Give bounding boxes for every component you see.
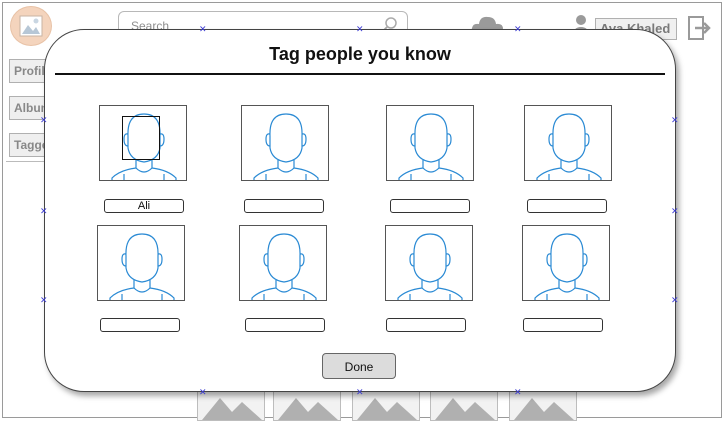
selection-handle[interactable]: ✕ [356,25,364,34]
person-placeholder-icon [251,233,317,300]
selection-handle[interactable]: ✕ [40,207,48,216]
tag-name-field[interactable] [523,318,603,332]
person-photo[interactable] [385,225,473,301]
selection-handle[interactable]: ✕ [671,296,679,305]
selection-handle[interactable]: ✕ [40,296,48,305]
selection-handle[interactable]: ✕ [514,25,522,34]
selection-handle[interactable]: ✕ [199,388,207,397]
tag-name-field[interactable] [390,199,470,213]
tag-people-dialog: Tag people you know Ali Done [44,29,676,392]
selection-handle[interactable]: ✕ [671,116,679,125]
tag-name-field[interactable] [104,199,184,213]
selection-handle[interactable]: ✕ [514,388,522,397]
person-photo[interactable] [99,105,187,181]
tag-name-field[interactable] [244,199,324,213]
title-divider [55,73,665,75]
person-photo[interactable] [522,225,610,301]
tag-name-field[interactable] [386,318,466,332]
person-placeholder-icon [398,113,464,180]
selection-handle[interactable]: ✕ [671,207,679,216]
person-placeholder-icon [253,113,319,180]
person-placeholder-icon [536,113,602,180]
dialog-title: Tag people you know [269,44,451,64]
face-selection-box[interactable] [122,116,160,160]
person-placeholder-icon [397,233,463,300]
selection-handle[interactable]: ✕ [356,388,364,397]
selection-handle[interactable]: ✕ [40,116,48,125]
person-photo[interactable] [524,105,612,181]
person-placeholder-icon [109,233,175,300]
done-button[interactable]: Done [322,353,396,379]
tag-name-field[interactable] [100,318,180,332]
logo-image-icon[interactable] [10,6,52,46]
tag-name-field[interactable] [245,318,325,332]
logout-icon[interactable] [687,15,711,46]
selection-handle[interactable]: ✕ [199,25,207,34]
person-photo[interactable] [239,225,327,301]
person-photo[interactable] [241,105,329,181]
person-photo[interactable] [97,225,185,301]
tag-name-field[interactable] [527,199,607,213]
person-placeholder-icon [534,233,600,300]
person-photo[interactable] [386,105,474,181]
